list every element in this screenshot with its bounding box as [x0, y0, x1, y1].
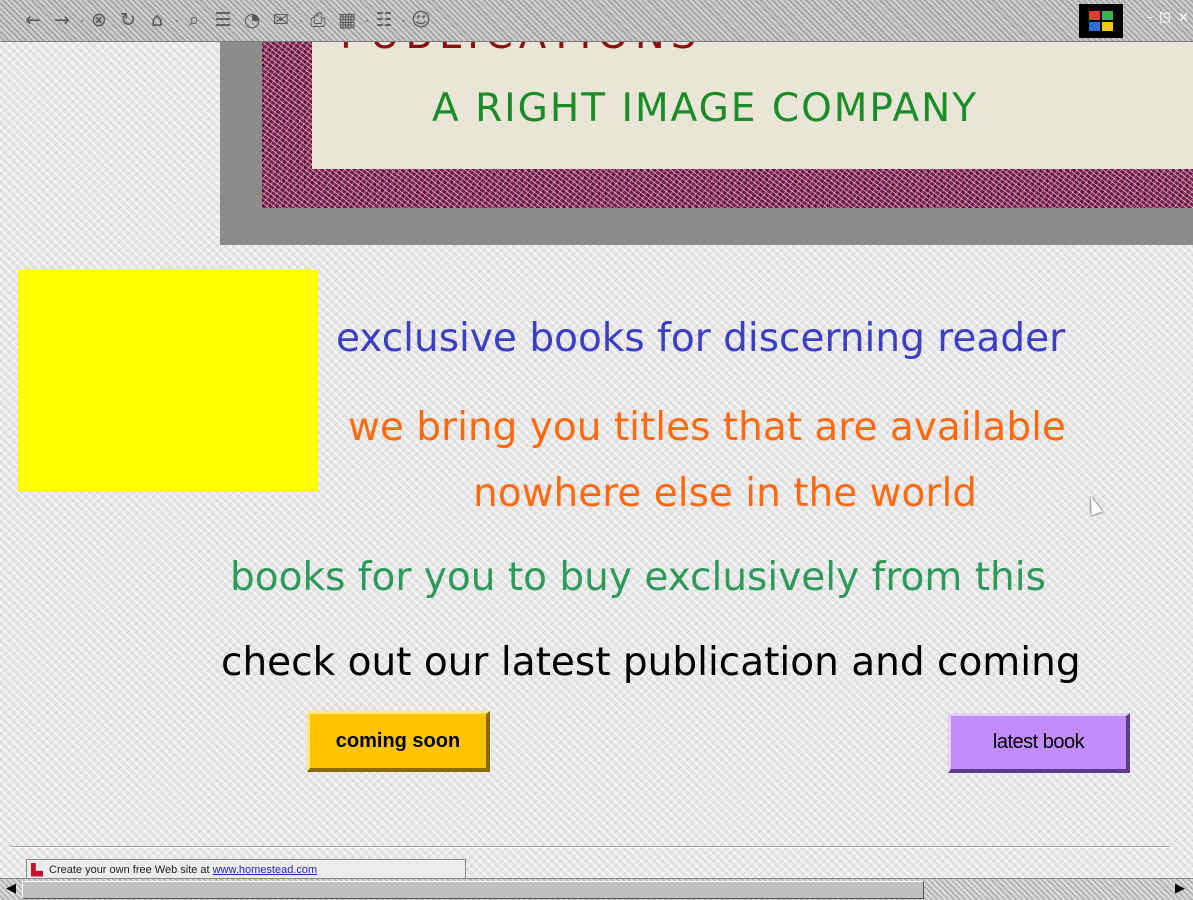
search-icon[interactable]: ⌕ [181, 8, 207, 34]
favorites-icon[interactable]: ☰ [210, 8, 236, 34]
coming-soon-button[interactable]: coming soon [307, 711, 490, 772]
close-icon[interactable]: × [1178, 10, 1189, 25]
toolbar-separator [363, 9, 371, 33]
banner-title: PUBLICATIONS [340, 42, 702, 58]
history-icon[interactable]: ◔ [239, 8, 265, 34]
footer-ad-text: Create your own free Web site at [49, 863, 210, 876]
home-icon[interactable]: ⌂ [144, 8, 170, 34]
scroll-thumb[interactable] [22, 881, 924, 899]
mouse-cursor-icon [1085, 494, 1103, 516]
browser-toolbar: ←→ ⊗↻⌂ ⌕☰◔✉ ⎙▦ ☷ ☺ [0, 0, 1193, 42]
back-icon[interactable]: ← [20, 8, 46, 34]
tagline-nowhere: nowhere else in the world [473, 471, 978, 516]
divider [10, 846, 1170, 848]
windows-logo-icon [1079, 4, 1123, 38]
minimize-icon[interactable]: – [1147, 10, 1154, 25]
yellow-image-placeholder [18, 270, 318, 492]
forward-icon[interactable]: → [49, 8, 75, 34]
homestead-link[interactable]: www.homestead.com [213, 864, 318, 876]
scroll-left-icon[interactable]: ◀ [6, 882, 16, 895]
scroll-right-icon[interactable]: ▶ [1175, 882, 1185, 895]
refresh-icon[interactable]: ↻ [115, 8, 141, 34]
banner: PUBLICATIONS A RIGHT IMAGE COMPANY [312, 42, 1193, 169]
messenger-icon[interactable]: ☺ [408, 8, 434, 34]
stop-icon[interactable]: ⊗ [86, 8, 112, 34]
toolbar-separator [400, 9, 408, 33]
toolbar-separator [78, 9, 86, 33]
tagline-exclusive: exclusive books for discerning reader [336, 316, 1066, 361]
tagline-titles: we bring you titles that are available [348, 405, 1066, 450]
horizontal-scrollbar[interactable]: ◀ ▶ [0, 878, 1193, 900]
banner-subtitle: A RIGHT IMAGE COMPANY [432, 86, 979, 131]
print-icon[interactable]: ⎙ [305, 8, 331, 34]
restore-icon[interactable]: ◳ [1159, 10, 1171, 25]
toolbar-separator [297, 9, 305, 33]
toolbar-separator [173, 9, 181, 33]
discuss-icon[interactable]: ☷ [371, 8, 397, 34]
edit-icon[interactable]: ▦ [334, 8, 360, 34]
homestead-icon [31, 862, 43, 877]
tagline-buy: books for you to buy exclusively from th… [230, 555, 1046, 600]
latest-book-button[interactable]: latest book [948, 713, 1130, 773]
mail-icon[interactable]: ✉ [268, 8, 294, 34]
footer-ad: Create your own free Web site at www.hom… [26, 859, 466, 879]
tagline-check-out: check out our latest publication and com… [221, 640, 1081, 685]
